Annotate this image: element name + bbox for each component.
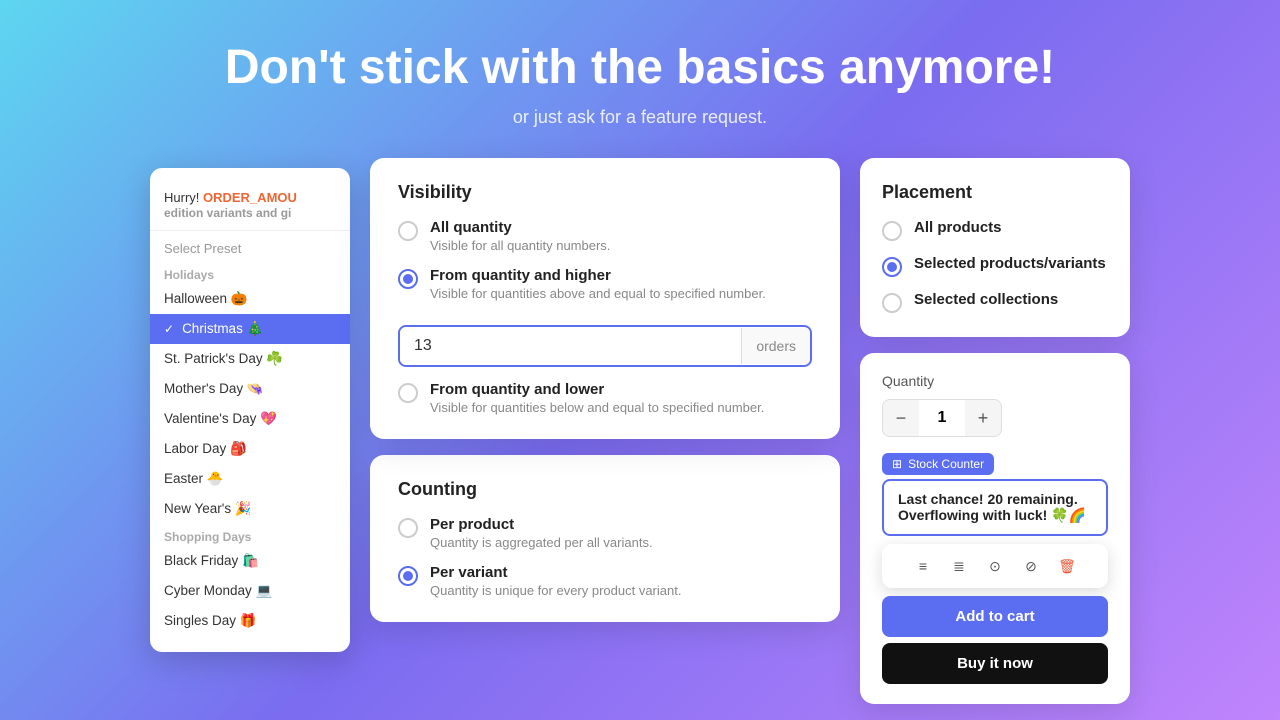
placement-label-all: All products [914, 219, 1002, 236]
counting-desc-product: Quantity is aggregated per all variants. [430, 535, 653, 550]
toolbar-btn-3[interactable]: ⊙ [980, 552, 1010, 580]
quantity-widget: Quantity − 1 + ⊞ Stock Counter Last chan… [860, 353, 1130, 704]
middle-panels: Visibility All quantity Visible for all … [370, 158, 840, 622]
preset-item-halloween[interactable]: Halloween 🎃 [150, 284, 350, 314]
counting-label-variant: Per variant [430, 564, 681, 581]
decrement-button[interactable]: − [883, 400, 919, 436]
add-to-cart-button[interactable]: Add to cart [882, 596, 1108, 637]
counting-option-product[interactable]: Per product Quantity is aggregated per a… [398, 516, 812, 550]
placement-label-selected: Selected products/variants [914, 255, 1106, 272]
radio-label-all: All quantity [430, 219, 610, 236]
counting-option-variant[interactable]: Per variant Quantity is unique for every… [398, 564, 812, 598]
placement-option-all[interactable]: All products [882, 219, 1108, 241]
radio-per-product [398, 518, 418, 538]
panels-container: Hurry! ORDER_AMOU edition variants and g… [0, 148, 1280, 714]
quantity-unit: orders [741, 328, 810, 364]
stock-message-line1: Last chance! 20 remaining. [898, 491, 1092, 507]
preset-item-easter[interactable]: Easter 🐣 [150, 464, 350, 494]
toolbar-btn-2[interactable]: ≣ [944, 552, 974, 580]
shopping-days-section-label: Shopping Days [150, 524, 350, 546]
placement-card: Placement All products Selected products… [860, 158, 1130, 337]
stock-counter-icon: ⊞ [892, 457, 902, 471]
radio-all-quantity [398, 221, 418, 241]
buy-now-button[interactable]: Buy it now [882, 643, 1108, 684]
radio-from-higher [398, 269, 418, 289]
visibility-option-lower[interactable]: From quantity and lower Visible for quan… [398, 381, 812, 415]
preset-item-mothersday[interactable]: Mother's Day 👒 [150, 374, 350, 404]
preset-item-stpatricks[interactable]: St. Patrick's Day ☘️ [150, 344, 350, 374]
hurry-suffix: edition variants and gi [164, 206, 291, 220]
toolbar-delete-btn[interactable]: 🗑 [1052, 552, 1082, 580]
hurry-highlight: ORDER_AMOU [203, 190, 297, 205]
preset-item-newyears[interactable]: New Year's 🎉 [150, 494, 350, 524]
holidays-section-label: Holidays [150, 262, 350, 284]
visibility-option-higher[interactable]: From quantity and higher Visible for qua… [398, 267, 812, 301]
stock-counter-badge: ⊞ Stock Counter [882, 453, 994, 475]
counting-options: Per product Quantity is aggregated per a… [398, 516, 812, 598]
stock-message: Last chance! 20 remaining. Overflowing w… [882, 479, 1108, 536]
radio-selected-collections [882, 293, 902, 313]
radio-all-products [882, 221, 902, 241]
counting-card: Counting Per product Quantity is aggrega… [370, 455, 840, 622]
increment-button[interactable]: + [965, 400, 1001, 436]
radio-desc-lower: Visible for quantities below and equal t… [430, 400, 764, 415]
radio-desc-higher: Visible for quantities above and equal t… [430, 286, 766, 301]
preset-item-christmas[interactable]: Christmas 🎄 [150, 314, 350, 344]
preset-item-cybermonday[interactable]: Cyber Monday 💻 [150, 576, 350, 606]
main-title: Don't stick with the basics anymore! [20, 40, 1260, 95]
preset-dropdown: Hurry! ORDER_AMOU edition variants and g… [150, 168, 350, 652]
placement-option-selected[interactable]: Selected products/variants [882, 255, 1108, 277]
radio-desc-all: Visible for all quantity numbers. [430, 238, 610, 253]
counting-title: Counting [398, 479, 812, 500]
radio-selected-products [882, 257, 902, 277]
placement-options: All products Selected products/variants … [882, 219, 1108, 313]
quantity-widget-label: Quantity [882, 373, 1108, 389]
preset-item-valentines[interactable]: Valentine's Day 💖 [150, 404, 350, 434]
quantity-input[interactable] [400, 327, 741, 365]
counting-label-product: Per product [430, 516, 653, 533]
right-panel: Placement All products Selected products… [860, 158, 1130, 704]
preset-item-laborday[interactable]: Labor Day 🎒 [150, 434, 350, 464]
radio-from-lower [398, 383, 418, 403]
toolbar-btn-4[interactable]: ⊘ [1016, 552, 1046, 580]
quantity-stepper: − 1 + [882, 399, 1002, 437]
preset-item-singlesday[interactable]: Singles Day 🎁 [150, 606, 350, 636]
visibility-title: Visibility [398, 182, 812, 203]
visibility-option-all[interactable]: All quantity Visible for all quantity nu… [398, 219, 812, 253]
placement-option-collections[interactable]: Selected collections [882, 291, 1108, 313]
main-subtitle: or just ask for a feature request. [20, 107, 1260, 128]
counting-desc-variant: Quantity is unique for every product var… [430, 583, 681, 598]
header: Don't stick with the basics anymore! or … [0, 0, 1280, 148]
toolbar-btn-1[interactable]: ≡ [908, 552, 938, 580]
preset-item-blackfriday[interactable]: Black Friday 🛍️ [150, 546, 350, 576]
placement-label-collections: Selected collections [914, 291, 1058, 308]
stock-message-line2: Overflowing with luck! 🍀🌈 [898, 507, 1092, 524]
visibility-card: Visibility All quantity Visible for all … [370, 158, 840, 439]
toolbar: ≡ ≣ ⊙ ⊘ 🗑 [882, 544, 1108, 588]
radio-label-lower: From quantity and lower [430, 381, 764, 398]
radio-per-variant [398, 566, 418, 586]
quantity-value: 1 [919, 409, 965, 427]
select-preset-label: Select Preset [150, 239, 350, 262]
visibility-options: All quantity Visible for all quantity nu… [398, 219, 812, 415]
hurry-bar: Hurry! ORDER_AMOU edition variants and g… [150, 184, 350, 231]
placement-title: Placement [882, 182, 1108, 203]
radio-label-higher: From quantity and higher [430, 267, 766, 284]
quantity-input-row: orders [398, 325, 812, 367]
stock-counter-label: Stock Counter [908, 457, 984, 471]
